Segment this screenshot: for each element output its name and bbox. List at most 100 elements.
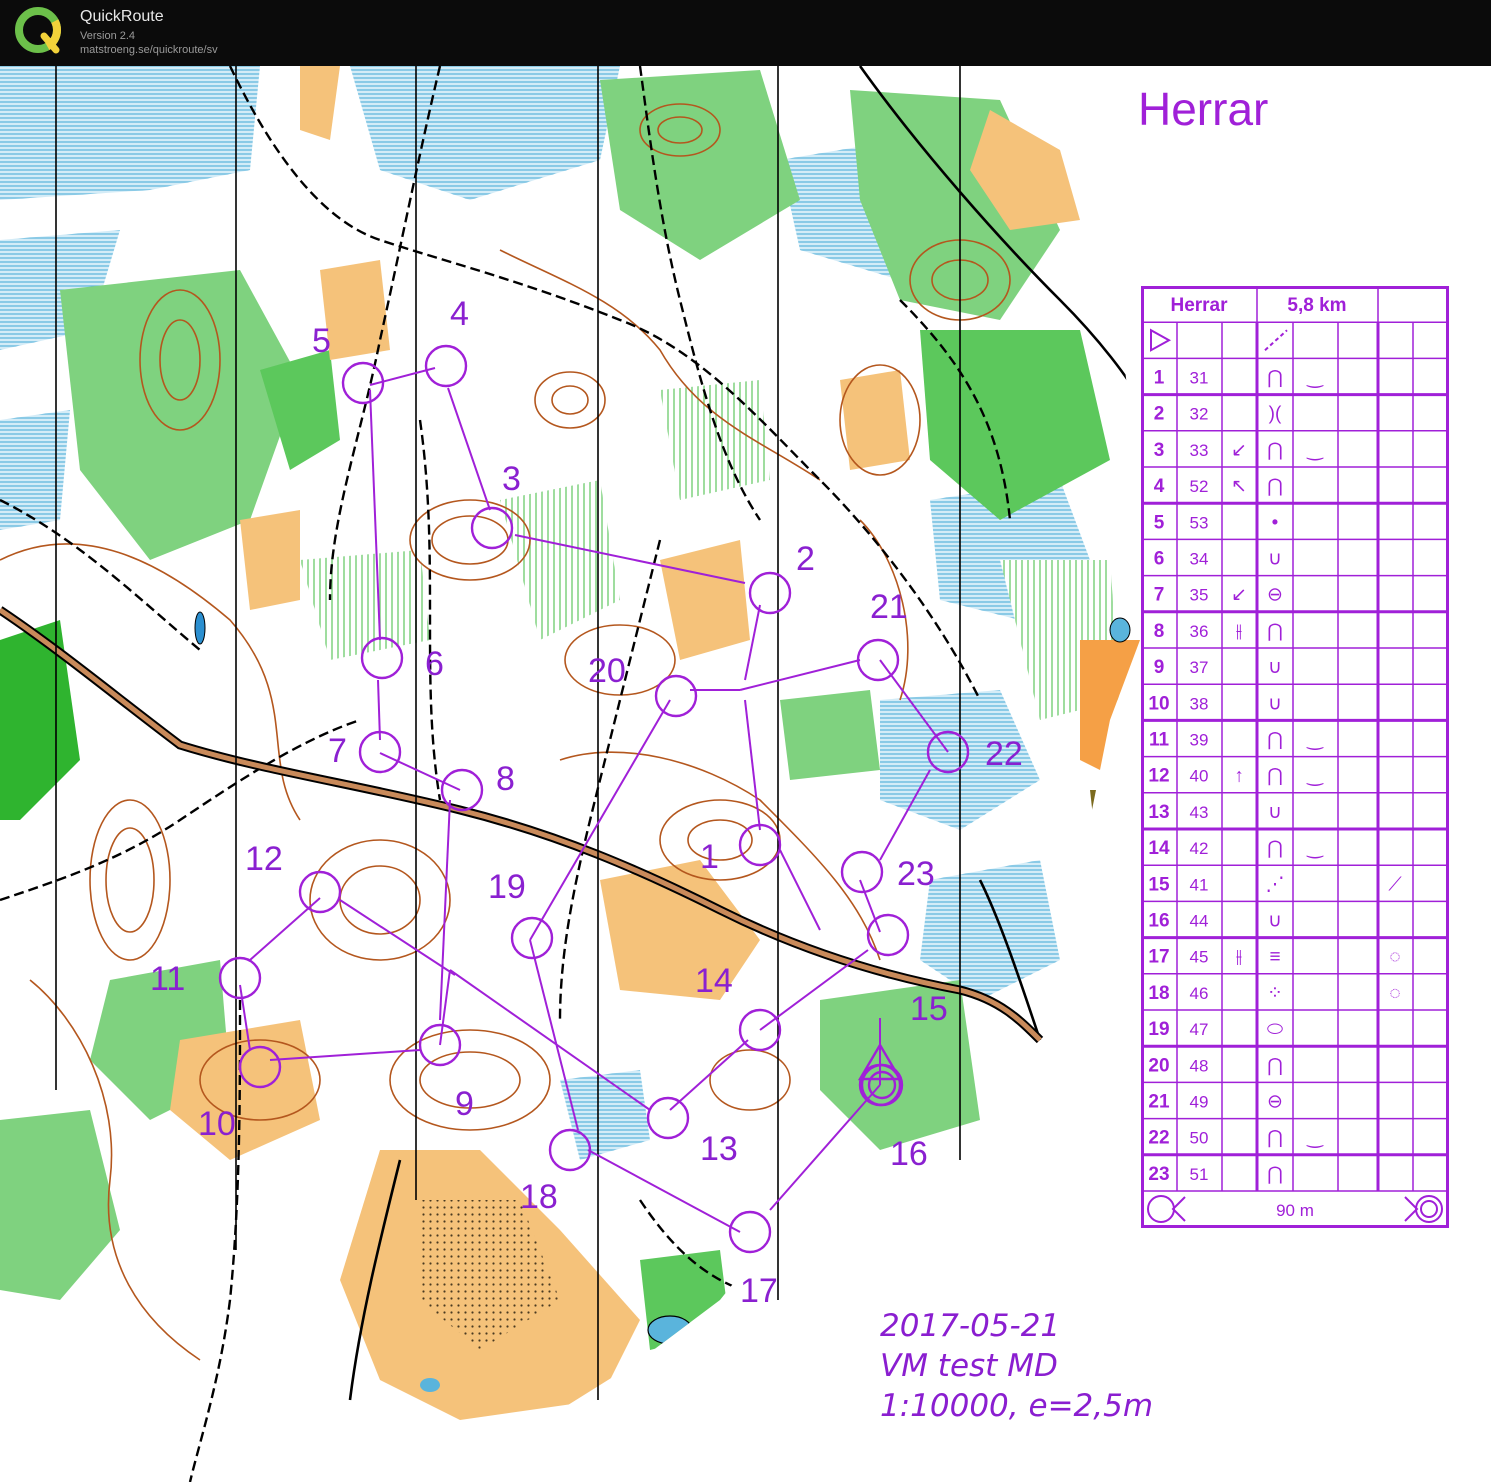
sheet-control-code: 36 — [1190, 622, 1209, 641]
control-label: 7 — [328, 732, 347, 770]
control-label: 8 — [496, 760, 515, 798]
app-name: QuickRoute — [80, 8, 164, 25]
sheet-control-number: 15 — [1148, 874, 1170, 895]
course-title: Herrar — [1138, 83, 1269, 135]
sheet-feature-symbol: ∪ — [1268, 549, 1282, 570]
sheet-control-code: 38 — [1190, 694, 1209, 713]
control-label: 3 — [502, 460, 521, 498]
control-label: 17 — [740, 1272, 778, 1310]
sheet-control-number: 17 — [1148, 947, 1169, 968]
sheet-control-code: 51 — [1190, 1165, 1209, 1184]
sheet-control-number: 20 — [1148, 1055, 1169, 1076]
app-version: Version 2.4 — [80, 30, 136, 42]
sheet-feature-symbol: • — [1272, 512, 1279, 533]
sheet-extra-symbol: ◌ — [1389, 983, 1400, 1004]
sheet-detail-symbol: ‿ — [1306, 730, 1324, 751]
control-label: 19 — [488, 868, 526, 906]
sheet-direction-symbol: ↑ — [1234, 766, 1244, 787]
sheet-control-code: 42 — [1190, 839, 1209, 858]
control-label: 21 — [870, 588, 908, 626]
event-name: VM test MD — [880, 1348, 1058, 1384]
quickroute-logo-icon — [15, 7, 61, 54]
sheet-course-name: Herrar — [1170, 295, 1228, 316]
sheet-feature-symbol: ⬭ — [1267, 1019, 1283, 1040]
sheet-control-code: 41 — [1190, 875, 1209, 894]
sheet-direction-symbol: ⫲ — [1236, 947, 1242, 968]
sheet-control-code: 44 — [1190, 912, 1209, 931]
sheet-control-code: 32 — [1190, 405, 1209, 424]
sheet-extra-symbol: ⟋ — [1388, 874, 1402, 895]
sheet-feature-symbol: ⋂ — [1267, 621, 1283, 642]
sheet-feature-symbol: ⋂ — [1267, 1164, 1283, 1185]
sheet-feature-symbol: ∪ — [1268, 911, 1282, 932]
sheet-direction-symbol: ↖ — [1231, 476, 1247, 497]
sheet-feature-symbol: ⋂ — [1267, 838, 1283, 859]
sheet-control-number: 3 — [1154, 440, 1165, 461]
sheet-course-length: 5,8 km — [1287, 295, 1346, 316]
sheet-feature-symbol: ⋂ — [1267, 1055, 1283, 1076]
sheet-control-number: 7 — [1154, 585, 1165, 606]
sheet-feature-symbol: )( — [1269, 404, 1282, 425]
sheet-control-number: 11 — [1149, 730, 1170, 751]
sheet-control-number: 21 — [1148, 1092, 1170, 1113]
control-label: 5 — [312, 322, 331, 360]
sheet-control-code: 48 — [1190, 1056, 1209, 1075]
sheet-detail-symbol: ‿ — [1306, 440, 1324, 461]
control-label: 16 — [890, 1135, 928, 1173]
sheet-control-number: 10 — [1148, 693, 1169, 714]
control-label: 18 — [520, 1178, 558, 1216]
control-label: 15 — [910, 990, 948, 1028]
sheet-control-code: 34 — [1190, 550, 1209, 569]
sheet-feature-symbol: ∪ — [1268, 802, 1282, 823]
sheet-control-number: 9 — [1154, 657, 1165, 678]
control-label: 22 — [985, 735, 1023, 773]
sheet-control-code: 49 — [1190, 1093, 1209, 1112]
control-label: 11 — [150, 960, 185, 998]
sheet-feature-symbol: ∪ — [1268, 657, 1282, 678]
sheet-control-number: 13 — [1148, 802, 1169, 823]
sheet-control-number: 16 — [1148, 911, 1169, 932]
sheet-feature-symbol: ⋂ — [1267, 476, 1283, 497]
sheet-control-code: 52 — [1190, 477, 1209, 496]
sheet-control-number: 5 — [1154, 512, 1165, 533]
control-label: 14 — [695, 962, 733, 1000]
sheet-control-code: 35 — [1190, 586, 1209, 605]
sheet-extra-symbol: ◌ — [1389, 947, 1400, 968]
sheet-feature-symbol: ⋂ — [1267, 766, 1283, 787]
sheet-control-number: 12 — [1148, 766, 1169, 787]
sheet-feature-symbol: ⋰ — [1266, 874, 1285, 895]
sheet-feature-symbol: ≡ — [1269, 947, 1280, 968]
sheet-control-code: 46 — [1190, 984, 1209, 1003]
sheet-control-number: 2 — [1154, 404, 1165, 425]
control-label: 20 — [588, 652, 626, 690]
event-date: 2017-05-21 — [880, 1308, 1061, 1344]
sheet-control-number: 19 — [1148, 1019, 1169, 1040]
sheet-control-number: 8 — [1154, 621, 1165, 642]
control-label: 1 — [700, 838, 719, 876]
sheet-control-number: 22 — [1148, 1128, 1169, 1149]
control-description-sheet: Herrar 5,8 km1 31 ⋂ ‿2 32)(3 33 ↙ ⋂ ‿4 52 ↖ ⋂5 53 •6 34… — [1141, 286, 1449, 1228]
sheet-detail-symbol: ‿ — [1306, 766, 1324, 787]
app-title-bar: QuickRoute Version 2.4 matstroeng.se/qui… — [0, 0, 1491, 66]
sheet-control-code: 45 — [1190, 948, 1209, 967]
sheet-feature-symbol: ⊖ — [1267, 1092, 1283, 1113]
sheet-control-number: 23 — [1148, 1164, 1169, 1185]
sheet-detail-symbol: ‿ — [1306, 368, 1324, 389]
sheet-control-code: 47 — [1190, 1020, 1209, 1039]
sheet-control-number: 18 — [1148, 983, 1169, 1004]
control-label: 12 — [245, 840, 283, 878]
sheet-control-code: 53 — [1190, 513, 1209, 532]
sheet-control-code: 40 — [1190, 767, 1209, 786]
sheet-detail-symbol: ‿ — [1306, 838, 1324, 859]
sheet-feature-symbol: ⋂ — [1267, 368, 1283, 389]
control-label: 23 — [897, 855, 935, 893]
control-label: 2 — [796, 540, 815, 578]
sheet-control-number: 6 — [1154, 549, 1165, 570]
sheet-finish-distance: 90 m — [1276, 1201, 1314, 1220]
sheet-feature-symbol: ⁘ — [1267, 983, 1283, 1004]
sheet-control-number: 1 — [1154, 368, 1165, 389]
sheet-feature-symbol: ⋂ — [1267, 440, 1283, 461]
sheet-direction-symbol: ↙ — [1231, 440, 1247, 461]
control-label: 13 — [700, 1130, 738, 1168]
control-label: 10 — [198, 1105, 236, 1143]
